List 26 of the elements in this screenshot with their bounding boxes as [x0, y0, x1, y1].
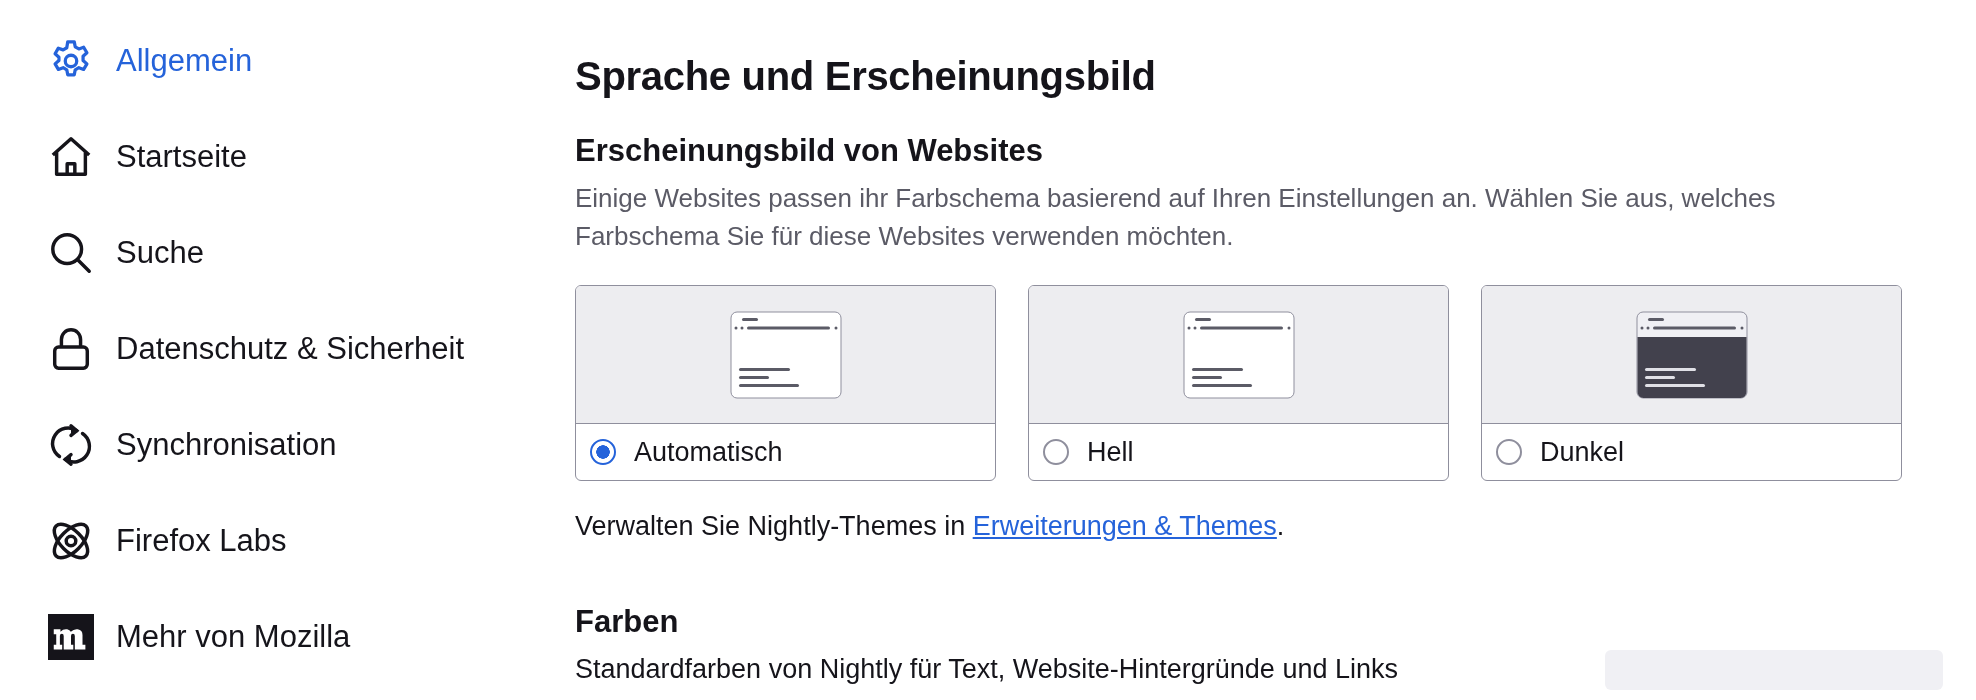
- sidebar-item[interactable]: Startseite: [48, 132, 520, 182]
- theme-option-card[interactable]: Dunkel: [1481, 285, 1902, 481]
- option-label: Hell: [1087, 436, 1134, 468]
- subsection-heading: Erscheinungsbild von Websites: [575, 133, 1044, 169]
- option-label: Automatisch: [634, 436, 783, 468]
- option-label: Dunkel: [1540, 436, 1625, 468]
- sidebar-item[interactable]: Mehr von Mozilla: [48, 612, 520, 662]
- radio-button[interactable]: [590, 439, 616, 465]
- theme-option-card[interactable]: Hell: [1028, 285, 1449, 481]
- sidebar-item[interactable]: Datenschutz & Sicherheit: [48, 324, 520, 374]
- radio-button[interactable]: [1496, 439, 1522, 465]
- sync-icon: [48, 422, 94, 468]
- sidebar-item[interactable]: Suche: [48, 228, 520, 278]
- search-icon: [48, 230, 94, 276]
- radio-button[interactable]: [1043, 439, 1069, 465]
- subsection-heading: Farben: [575, 604, 680, 640]
- description-text: Einige Websites passen ihr Farbschema basierend auf Ihren Einstellungen an. Wählen Sie aus, welches Farbschema Sie für diese Websites verwenden möchten.: [575, 182, 1777, 253]
- sidebar-item[interactable]: Allgemein: [48, 36, 520, 86]
- section-heading: Sprache und Erscheinungsbild: [575, 54, 1157, 99]
- sidebar-item[interactable]: Firefox Labs: [48, 516, 520, 566]
- colors-description-text: Standardfarben von Nightly für Text, Website-Hintergründe und Links: [575, 654, 1399, 685]
- themes-note-text: Verwalten Sie Nightly-Themes in Erweiterungen & Themes.: [575, 511, 1286, 542]
- extensions-link[interactable]: Erweiterungen & Themes: [972, 511, 1277, 541]
- theme-option-card[interactable]: Automatisch: [575, 285, 996, 481]
- mozilla-logo-icon: [48, 614, 94, 660]
- sidebar-item[interactable]: Synchronisation: [48, 420, 520, 470]
